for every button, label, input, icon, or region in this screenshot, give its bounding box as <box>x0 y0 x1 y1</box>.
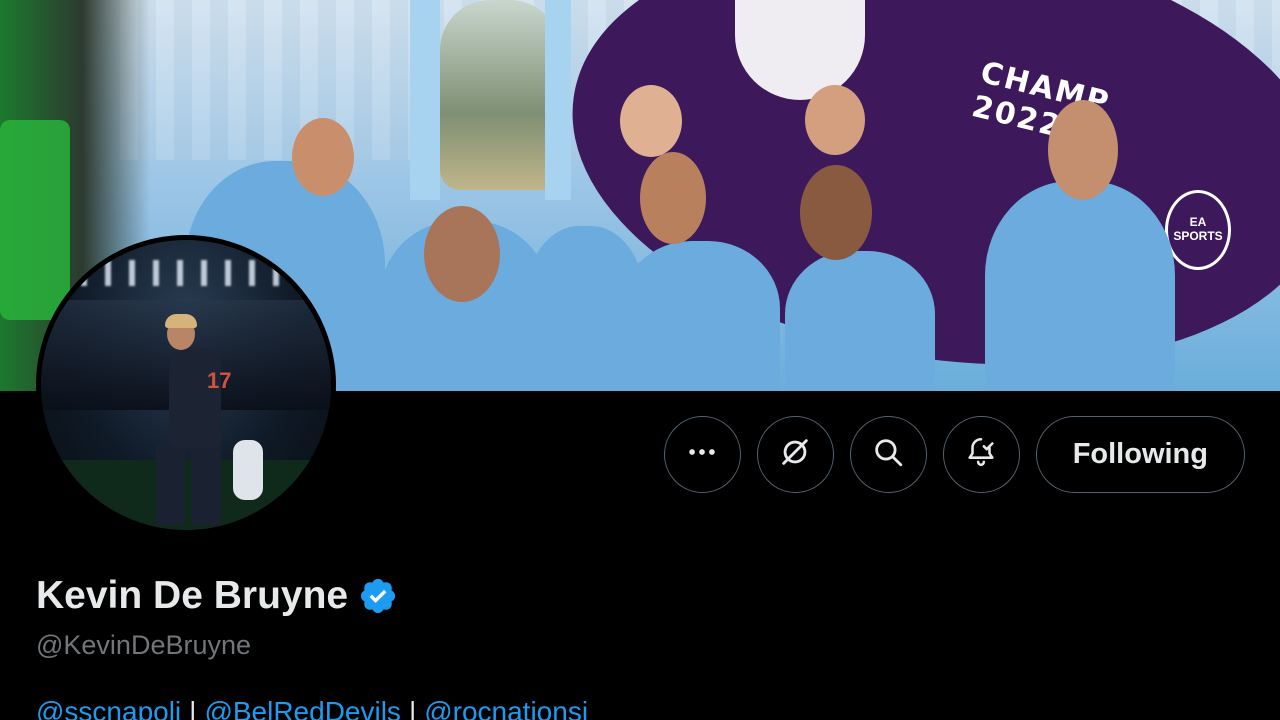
bell-check-icon <box>964 435 998 474</box>
following-button[interactable]: Following <box>1035 416 1245 493</box>
player-head <box>292 118 354 196</box>
notifications-button[interactable] <box>942 416 1020 493</box>
name-row: Kevin De Bruyne <box>36 574 398 618</box>
bio-link-rocnationsi[interactable]: @rocnationsi <box>424 696 588 720</box>
player-head <box>424 206 500 302</box>
trophy <box>440 0 560 190</box>
display-name: Kevin De Bruyne <box>36 574 349 617</box>
profile-avatar[interactable]: 17 <box>36 235 336 535</box>
player-hair <box>165 314 197 328</box>
more-button[interactable] <box>663 416 741 493</box>
search-button[interactable] <box>849 416 927 493</box>
grok-slash-icon <box>778 435 812 474</box>
player-head <box>805 85 865 155</box>
jersey-number: 17 <box>207 368 232 393</box>
user-handle: @KevinDeBruyne <box>36 630 252 660</box>
player-body <box>169 348 221 448</box>
stadium-lights <box>81 260 281 286</box>
player <box>785 251 935 391</box>
bio-separator: | <box>189 696 197 720</box>
search-icon <box>871 435 905 474</box>
player-head <box>800 165 872 260</box>
player-legs <box>156 445 221 525</box>
verified-badge-icon[interactable] <box>358 576 398 616</box>
profile-actions: Following <box>663 416 1245 493</box>
player <box>620 241 780 391</box>
player <box>985 181 1175 391</box>
grok-button[interactable] <box>756 416 834 493</box>
trophy-ribbon <box>545 0 571 200</box>
player-head <box>1048 100 1118 200</box>
sponsor-logo: EA SPORTS <box>1165 190 1231 270</box>
trophy-ribbon <box>410 0 440 200</box>
profile-bio: @sscnapoli | @BelRedDevils | @rocnationsi <box>36 696 588 720</box>
player-head <box>620 85 682 157</box>
bio-link-sscnapoli[interactable]: @sscnapoli <box>36 696 181 720</box>
bio-link-belreddevils[interactable]: @BelRedDevils <box>204 696 401 720</box>
more-horizontal-icon <box>685 435 719 474</box>
player-head <box>640 152 706 244</box>
avatar-photo: 17 <box>41 240 331 530</box>
other-player <box>233 440 263 500</box>
bio-separator: | <box>408 696 417 720</box>
banner-green-shape <box>0 120 70 320</box>
